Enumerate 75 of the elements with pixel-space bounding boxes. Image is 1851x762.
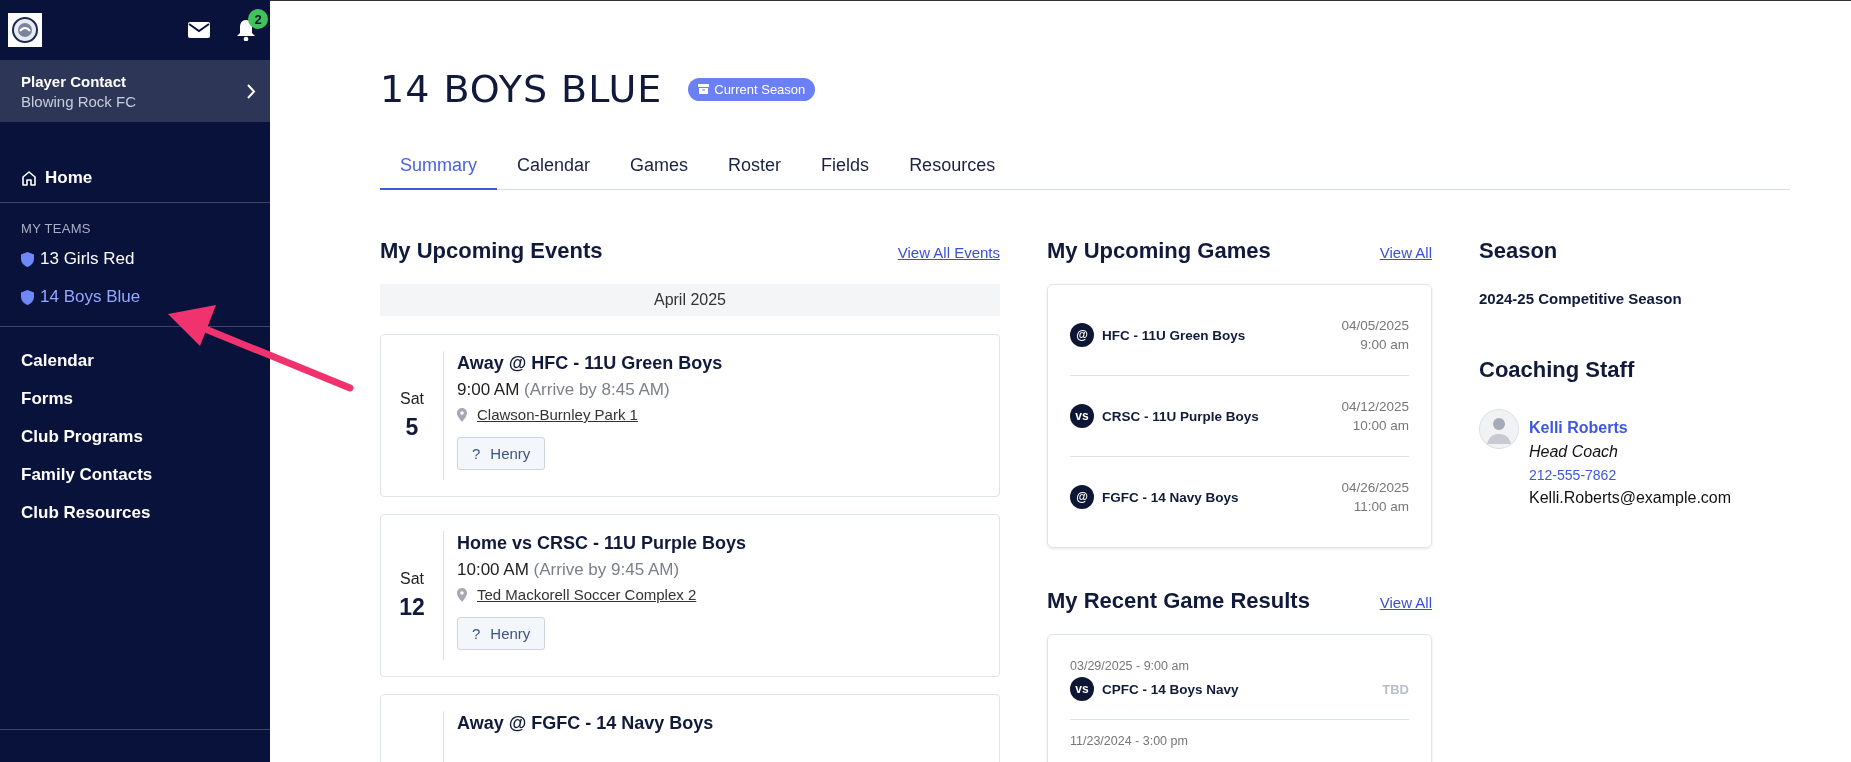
crest-icon <box>11 16 39 44</box>
view-all-link[interactable]: View All <box>1379 244 1432 261</box>
tab[interactable]: Calendar <box>497 145 611 190</box>
nav-link[interactable]: Forms <box>21 387 73 411</box>
phone-link[interactable]: 212-555-7862 <box>1529 467 1732 483</box>
team-title: 14 BOYS BLUE <box>380 67 663 111</box>
event-time: 10:00 AM (Arrive by 9:45 AM) <box>457 560 680 580</box>
tab[interactable]: Roster <box>708 145 802 190</box>
nav-link[interactable]: Calendar <box>21 349 94 373</box>
season-badge: Current Season <box>688 77 816 101</box>
event-title: Home vs CRSC - 11U Purple Boys <box>457 533 747 554</box>
shield-icon <box>21 289 34 305</box>
section-title: Coaching Staff <box>1479 357 1636 383</box>
tab[interactable]: Games <box>610 145 709 190</box>
tab[interactable]: Fields <box>801 145 890 190</box>
result-score: TBD <box>1382 681 1409 697</box>
location-link[interactable]: Ted Mackorell Soccer Complex 2 <box>477 586 697 603</box>
event-weekday: Sat <box>400 390 424 408</box>
section-title: My Recent Game Results <box>1047 588 1310 614</box>
team-link[interactable]: 13 Girls Red <box>21 244 135 274</box>
section-title: My Upcoming Games <box>1047 238 1271 264</box>
avatar-icon <box>1479 409 1519 449</box>
event-day: 12 <box>399 594 425 621</box>
game-marker-icon: vs <box>1070 404 1094 428</box>
team-link[interactable]: 14 Boys Blue <box>21 282 141 312</box>
home-icon <box>21 170 37 186</box>
bell-icon <box>236 19 256 41</box>
nav-link[interactable]: Club Programs <box>21 425 143 449</box>
attendance-button[interactable]: ? Henry <box>457 437 546 470</box>
month-header: April 2025 <box>380 284 1000 316</box>
coach-name-link[interactable]: Kelli Roberts <box>1529 419 1732 437</box>
result-datetime: 03/29/2025 - 9:00 am <box>1070 659 1190 673</box>
season-name: 2024-25 Competitive Season <box>1479 290 1683 307</box>
map-pin-icon <box>457 587 467 602</box>
tab[interactable]: Summary <box>380 145 497 190</box>
game-time: 11:00 am <box>1353 499 1409 514</box>
attendance-button[interactable]: ? Henry <box>457 617 546 650</box>
account-switcher[interactable]: Player Contact Blowing Rock FC <box>0 60 270 122</box>
game-time: 10:00 am <box>1352 418 1409 433</box>
event-title: Away @ FGFC - 14 Navy Boys <box>457 713 714 734</box>
tab[interactable]: Resources <box>889 145 1016 190</box>
map-pin-icon <box>457 407 467 422</box>
location-link[interactable]: Clawson-Burnley Park 1 <box>477 406 638 423</box>
nav-link[interactable]: Family Contacts <box>21 463 153 487</box>
game-date: 04/05/2025 <box>1341 318 1409 333</box>
game-marker-icon: vs <box>1070 677 1094 701</box>
chevron-right-icon <box>247 83 256 99</box>
event-day: 5 <box>405 414 419 441</box>
nav-link[interactable]: Club Resources <box>21 501 151 525</box>
opponent-name: HFC - 11U Green Boys <box>1102 327 1247 343</box>
shield-icon <box>21 251 34 267</box>
game-date: 04/12/2025 <box>1341 399 1409 414</box>
game-marker-icon: @ <box>1070 323 1094 347</box>
coach-email: Kelli.Roberts@example.com <box>1529 489 1732 507</box>
home-link[interactable]: Home <box>21 168 93 188</box>
opponent-name: FGFC - 14 Navy Boys <box>1102 489 1240 505</box>
event-weekday: Sat <box>400 570 424 588</box>
event-title: Away @ HFC - 11U Green Boys <box>457 353 723 374</box>
club-logo[interactable] <box>8 13 42 47</box>
view-all-link[interactable]: View All Events <box>897 244 1000 261</box>
notification-badge: 2 <box>248 9 268 29</box>
section-title: My Upcoming Events <box>380 238 603 264</box>
game-time: 9:00 am <box>1360 337 1409 352</box>
game-date: 04/26/2025 <box>1341 480 1409 495</box>
view-all-link[interactable]: View All <box>1379 594 1432 611</box>
archive-icon <box>698 84 710 94</box>
game-marker-icon: @ <box>1070 485 1094 509</box>
event-time: 9:00 AM (Arrive by 8:45 AM) <box>457 380 670 400</box>
mail-icon <box>188 22 210 38</box>
result-datetime: 11/23/2024 - 3:00 pm <box>1070 734 1189 748</box>
opponent-name: CRSC - 11U Purple Boys <box>1102 408 1260 424</box>
coach-role: Head Coach <box>1529 443 1619 461</box>
section-title: Season <box>1479 238 1559 264</box>
section-heading: MY TEAMS <box>21 221 92 236</box>
opponent-name: CPFC - 14 Boys Navy <box>1102 681 1240 697</box>
